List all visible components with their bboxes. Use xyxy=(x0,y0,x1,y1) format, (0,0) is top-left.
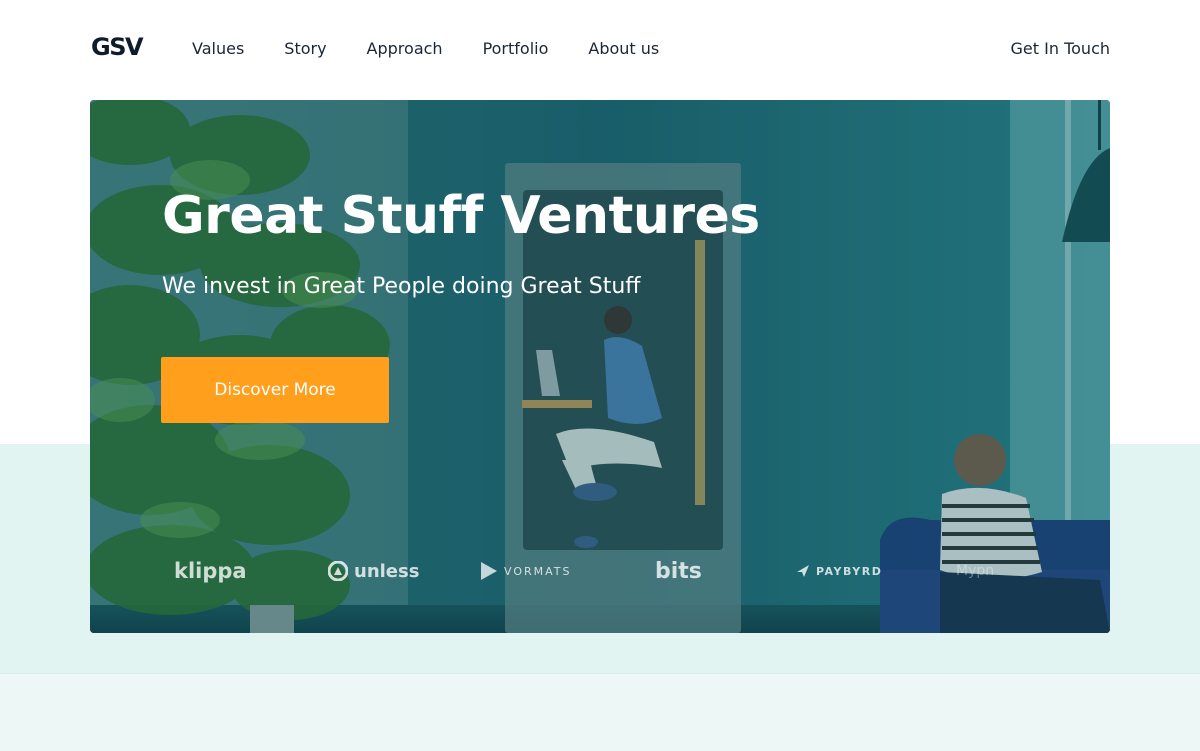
portfolio-logos-row: klippa unless VORMATS bits PAYBYRD Mypn xyxy=(90,555,1110,587)
paybyrd-bird-icon xyxy=(797,565,809,577)
portfolio-logo-sixth[interactable]: Mypn xyxy=(956,555,994,587)
portfolio-logo-vormats[interactable]: VORMATS xyxy=(480,555,572,587)
portfolio-logo-klippa[interactable]: klippa xyxy=(174,555,247,587)
nav-item-about-us[interactable]: About us xyxy=(588,39,659,58)
paybyrd-logo-text: PAYBYRD xyxy=(816,564,883,578)
hero-subtitle: We invest in Great People doing Great St… xyxy=(162,274,641,299)
bits-logo-text: bits xyxy=(655,558,702,584)
unless-mark-icon xyxy=(328,561,348,581)
main-nav: Values Story Approach Portfolio About us xyxy=(192,39,659,58)
vormats-play-icon xyxy=(481,562,497,580)
brand-logo[interactable]: GSV xyxy=(91,33,144,61)
unless-logo-text: unless xyxy=(354,560,420,582)
sixth-logo-text: Mypn xyxy=(956,563,995,579)
vormats-logo-text: VORMATS xyxy=(504,564,572,578)
nav-item-portfolio[interactable]: Portfolio xyxy=(483,39,549,58)
nav-item-story[interactable]: Story xyxy=(284,39,326,58)
discover-more-button[interactable]: Discover More xyxy=(161,357,389,423)
portfolio-logo-bits[interactable]: bits xyxy=(655,555,702,587)
portfolio-logo-paybyrd[interactable]: PAYBYRD xyxy=(796,555,882,587)
hero-section: Great Stuff Ventures We invest in Great … xyxy=(90,100,1110,633)
nav-item-values[interactable]: Values xyxy=(192,39,244,58)
portfolio-logo-unless[interactable]: unless xyxy=(328,555,419,587)
get-in-touch-link[interactable]: Get In Touch xyxy=(1011,39,1110,58)
nav-item-approach[interactable]: Approach xyxy=(367,39,443,58)
hero-title: Great Stuff Ventures xyxy=(162,186,760,246)
pale-background-band xyxy=(0,673,1200,751)
klippa-logo-text: klippa xyxy=(174,559,247,583)
